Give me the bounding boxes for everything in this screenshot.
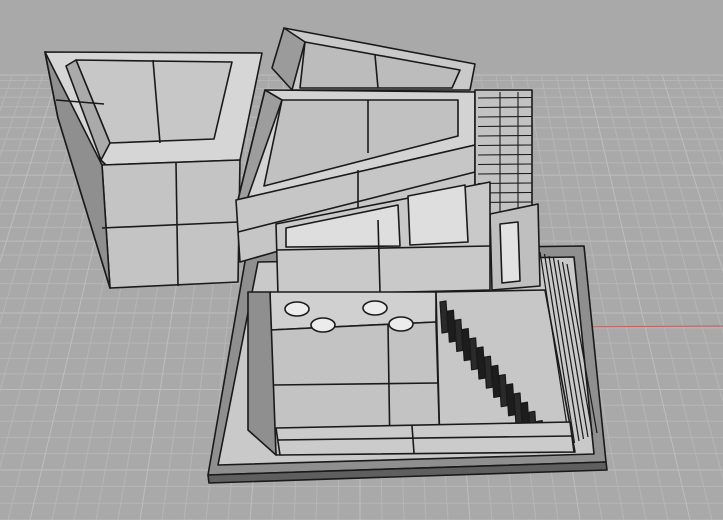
light-well-3 xyxy=(310,317,336,333)
front-ledge xyxy=(275,421,575,456)
stair-step xyxy=(506,383,516,417)
light-well-4 xyxy=(388,316,414,332)
stair-step xyxy=(454,318,464,352)
light-well-1 xyxy=(284,301,310,317)
window-opening-right xyxy=(407,184,469,246)
stair-step xyxy=(491,364,501,398)
stair-step xyxy=(439,300,449,334)
stair-step xyxy=(469,337,479,371)
stair-step xyxy=(483,355,493,389)
stair-step xyxy=(446,309,456,343)
3d-viewport[interactable] xyxy=(0,0,723,520)
stair-step xyxy=(513,392,523,426)
stair-step xyxy=(498,374,508,408)
light-well-2 xyxy=(362,300,388,316)
stair-step xyxy=(461,328,471,362)
stair-step xyxy=(476,346,486,380)
